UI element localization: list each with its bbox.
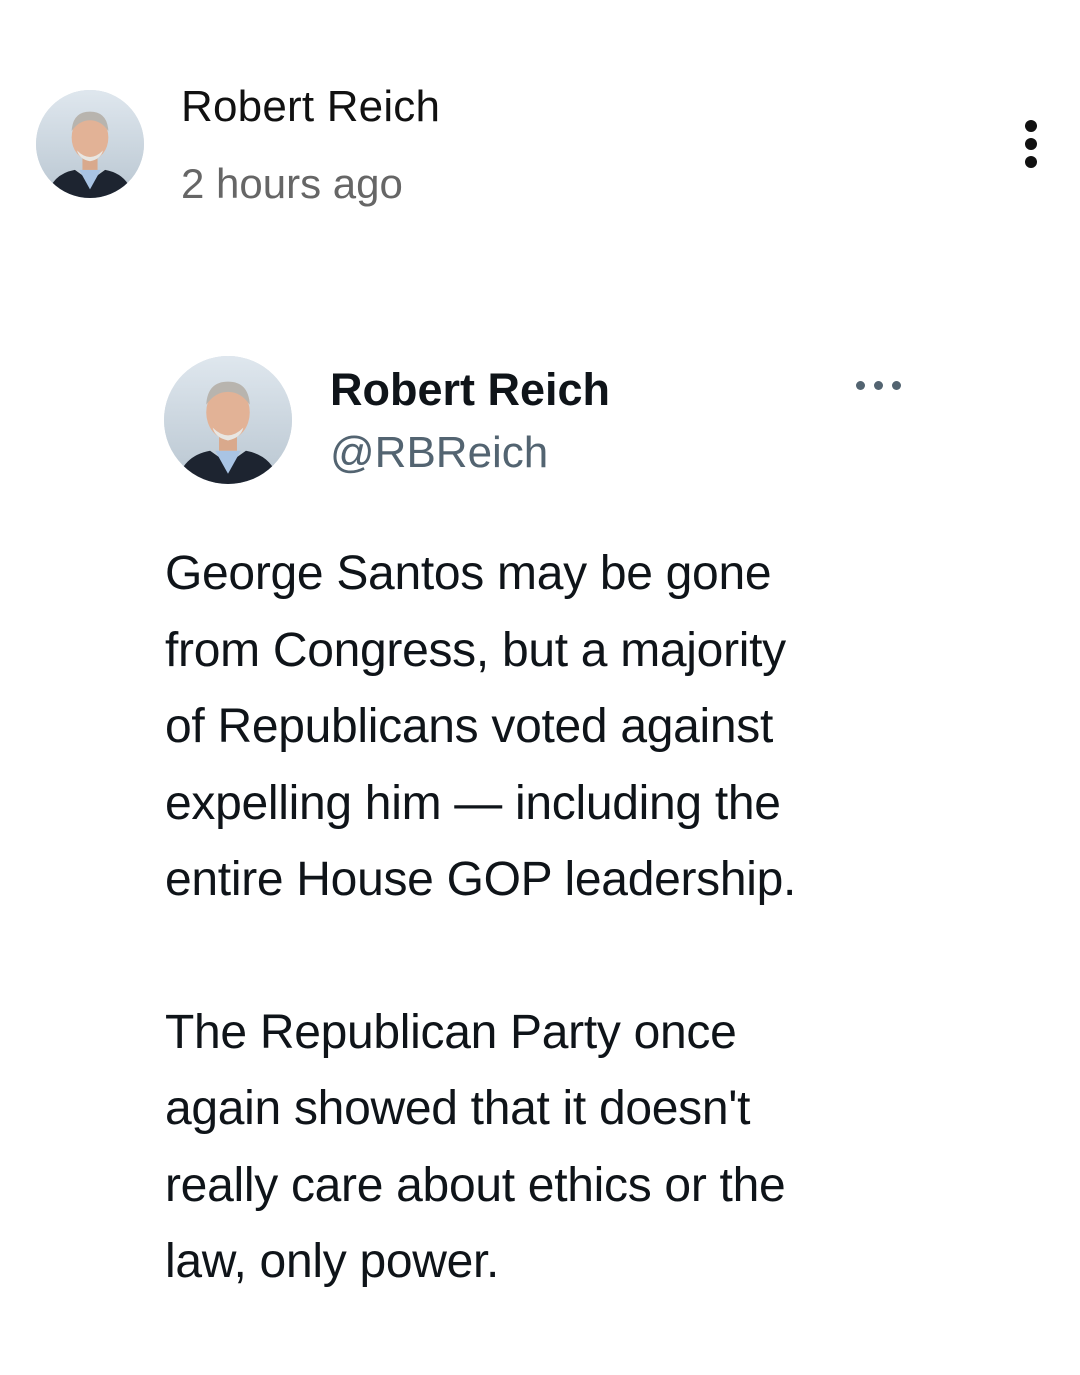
tweet-line: George Santos may be gone bbox=[165, 547, 772, 600]
more-vert-icon[interactable] bbox=[1008, 112, 1054, 176]
tweet-line: entire House GOP leadership. bbox=[165, 853, 797, 906]
tweet-line: The Republican Party once bbox=[165, 1005, 737, 1059]
more-horiz-icon[interactable] bbox=[848, 370, 910, 400]
tweet-line: really care about ethics or the bbox=[165, 1158, 786, 1212]
tweet-line: from Congress, but a majority bbox=[165, 623, 786, 677]
author-name[interactable]: Robert Reich bbox=[181, 82, 440, 132]
tweet-line: expelling him — including the bbox=[165, 776, 781, 830]
tweet-handle[interactable]: @RBReich bbox=[330, 428, 548, 478]
embedded-tweet: Robert Reich @RBReich George Santos may … bbox=[0, 330, 1080, 1330]
user-avatar-icon bbox=[164, 356, 292, 484]
tweet-line: law, only power. bbox=[165, 1235, 500, 1288]
tweet-display-name[interactable]: Robert Reich bbox=[330, 364, 610, 416]
tweet-paragraph: George Santos may be gone from Congress,… bbox=[165, 536, 925, 919]
tweet-line: again showed that it doesn't bbox=[165, 1082, 751, 1135]
tweet-line: of Republicans voted against bbox=[165, 700, 774, 753]
post-header: Robert Reich 2 hours ago bbox=[0, 0, 1080, 260]
tweet-author-avatar[interactable] bbox=[164, 356, 292, 484]
tweet-paragraph: The Republican Party once again showed t… bbox=[165, 995, 925, 1301]
user-avatar-icon bbox=[36, 90, 144, 198]
tweet-body: George Santos may be gone from Congress,… bbox=[165, 536, 925, 1301]
author-avatar[interactable] bbox=[36, 90, 144, 198]
post-timestamp: 2 hours ago bbox=[181, 160, 403, 207]
